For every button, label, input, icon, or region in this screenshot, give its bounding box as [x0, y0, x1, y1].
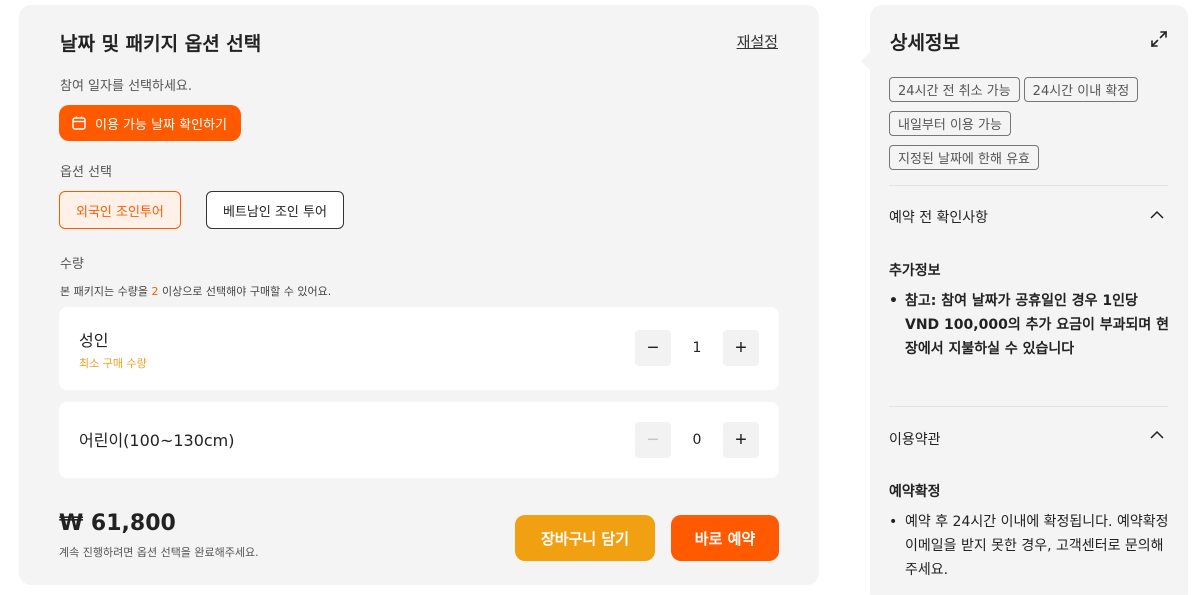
minus-icon[interactable]: − — [635, 330, 671, 366]
check-dates-label: 이용 가능 날짜 확인하기 — [95, 117, 227, 133]
book-now-button[interactable]: 바로 예약 — [671, 515, 779, 561]
total-price: ₩ 61,800 — [59, 511, 176, 536]
min-purchase-note: 최소 구매 수량 — [79, 357, 147, 370]
accordion-before-booking[interactable]: 예약 전 확인사항 — [889, 207, 988, 227]
confirmation-text: 예약 후 24시간 이내에 확정됩니다. 예약확정 이메일을 받지 못한 경우,… — [889, 510, 1171, 582]
accordion-terms[interactable]: 이용약관 — [889, 429, 941, 449]
divider — [889, 185, 1168, 186]
minus-icon[interactable]: − — [635, 422, 671, 458]
calendar-icon — [72, 116, 86, 130]
adult-stepper: − 1 + — [635, 330, 759, 366]
option-vietnamese-tour[interactable]: 베트남인 조인 투어 — [206, 191, 344, 229]
reset-link[interactable]: 재설정 — [737, 31, 778, 52]
quantity-row-adult: 성인 최소 구매 수량 − 1 + — [59, 307, 779, 390]
plus-icon[interactable]: + — [723, 422, 759, 458]
price-note: 계속 진행하려면 옵션 선택을 완료해주세요. — [59, 546, 259, 559]
add-to-cart-button[interactable]: 장바구니 담기 — [515, 515, 655, 561]
child-stepper: − 0 + — [635, 422, 759, 458]
check-dates-button[interactable]: 이용 가능 날짜 확인하기 — [59, 105, 241, 141]
adult-quantity: 1 — [692, 340, 702, 356]
date-prompt: 참여 일자를 선택하세요. — [60, 79, 192, 94]
panel-pointer — [861, 52, 870, 70]
tag-valid-date: 지정된 날짜에 한해 유효 — [889, 145, 1039, 170]
child-quantity: 0 — [692, 432, 702, 448]
option-foreigner-tour[interactable]: 외국인 조인투어 — [59, 191, 181, 229]
expand-icon[interactable] — [1150, 30, 1168, 48]
tag-available-tomorrow: 내일부터 이용 가능 — [889, 111, 1011, 136]
quantity-label: 수량 — [60, 257, 84, 272]
booking-panel: 날짜 및 패키지 옵션 선택 재설정 참여 일자를 선택하세요. 이용 가능 날… — [19, 5, 819, 585]
tag-confirm-24h: 24시간 이내 확정 — [1023, 77, 1139, 102]
additional-info-text: 참고: 참여 날짜가 공휴일인 경우 1인당 VND 100,000의 추가 요… — [889, 289, 1171, 361]
details-panel: 상세정보 24시간 전 취소 가능 24시간 이내 확정 내일부터 이용 가능 지… — [870, 5, 1188, 595]
option-label: 옵션 선택 — [60, 165, 112, 180]
booking-title: 날짜 및 패키지 옵션 선택 — [60, 33, 262, 55]
child-label: 어린이(100~130cm) — [79, 431, 235, 450]
chevron-up-icon[interactable] — [1150, 208, 1164, 222]
divider — [889, 406, 1168, 407]
quantity-note: 본 패키지는 수량을 2 이상으로 선택해야 구매할 수 있어요. — [60, 285, 332, 298]
quantity-row-child: 어린이(100~130cm) − 0 + — [59, 402, 779, 478]
tag-free-cancel: 24시간 전 취소 가능 — [889, 77, 1020, 102]
details-title: 상세정보 — [890, 32, 960, 54]
confirmation-heading: 예약확정 — [889, 484, 941, 500]
plus-icon[interactable]: + — [723, 330, 759, 366]
chevron-up-icon[interactable] — [1150, 428, 1164, 442]
adult-label: 성인 — [79, 331, 109, 350]
feature-tags: 24시간 전 취소 가능 24시간 이내 확정 내일부터 이용 가능 지정된 날짜… — [889, 77, 1174, 179]
additional-info-heading: 추가정보 — [889, 263, 941, 279]
